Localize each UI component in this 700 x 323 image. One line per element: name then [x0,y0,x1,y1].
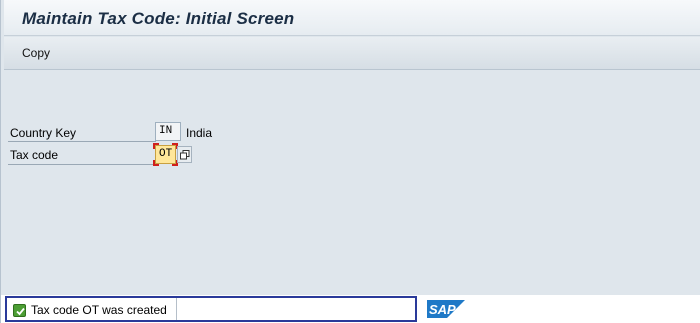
country-key-underline [8,141,156,142]
status-message-frame[interactable]: Tax code OT was created [5,296,417,322]
country-key-label: Country Key [10,126,77,140]
success-check-icon [13,304,26,317]
status-message-text: Tax code OT was created [31,303,167,317]
svg-text:SAP: SAP [429,302,456,317]
sap-window: Maintain Tax Code: Initial Screen Copy C… [0,0,700,323]
copy-button[interactable]: Copy [22,46,50,60]
tax-code-underline [8,164,156,165]
page-title: Maintain Tax Code: Initial Screen [22,9,295,28]
value-help-button[interactable] [177,146,192,163]
tax-code-input[interactable]: OT [155,145,176,164]
country-key-input[interactable]: IN [155,122,181,141]
application-toolbar: Copy [4,37,700,70]
tax-code-label: Tax code [10,148,59,162]
status-divider [176,298,177,320]
title-bar: Maintain Tax Code: Initial Screen [4,0,700,36]
country-name-text: India [186,126,213,140]
status-bar: Tax code OT was created SAP [1,295,700,323]
sap-logo-icon: SAP [427,300,465,318]
value-help-icon [180,150,190,160]
main-content: Country Key IN India Tax code OT [4,71,700,295]
